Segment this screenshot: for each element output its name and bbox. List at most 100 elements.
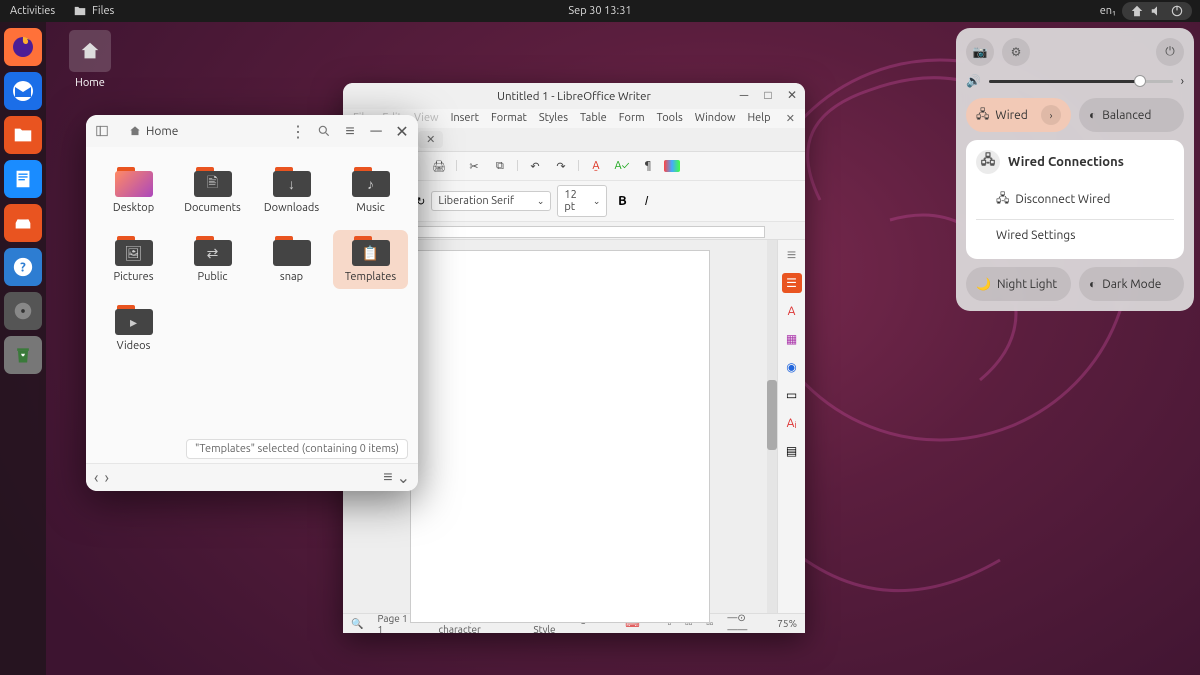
formatting-icon[interactable]: ¶ <box>638 156 658 176</box>
dock-firefox[interactable] <box>4 28 42 66</box>
activities-button[interactable]: Activities <box>10 5 55 17</box>
svg-text:?: ? <box>20 261 26 275</box>
volume-expand-icon[interactable]: › <box>1181 75 1184 88</box>
zoom-value[interactable]: 75% <box>777 618 797 629</box>
dock-software[interactable] <box>4 204 42 242</box>
settings-button[interactable]: ⚙ <box>1002 38 1030 66</box>
folder-snap[interactable]: snap <box>254 230 329 289</box>
sidebar-changes-icon[interactable]: ▤ <box>782 441 802 461</box>
menu-icon[interactable]: ⋮ <box>286 119 310 143</box>
menu-styles[interactable]: Styles <box>539 112 568 125</box>
italic-button[interactable]: I <box>637 192 655 210</box>
folder-videos[interactable]: ▸Videos <box>96 299 171 358</box>
doc-close-icon[interactable]: ✕ <box>786 112 795 125</box>
sidebar-styles-icon[interactable]: A <box>782 301 802 321</box>
dock-thunderbird[interactable] <box>4 72 42 110</box>
spellcheck-icon[interactable]: A✓ <box>612 156 632 176</box>
forward-icon[interactable]: › <box>105 469 110 487</box>
undo-icon[interactable]: ↶ <box>525 156 545 176</box>
topbar: Activities Files Sep 30 13:31 en₁ <box>0 0 1200 22</box>
wired-connections-card: 🖧Wired Connections 🖧Disconnect Wired Wir… <box>966 140 1184 259</box>
close-icon[interactable]: ✕ <box>783 86 801 104</box>
print-icon[interactable]: 🖨 <box>429 156 449 176</box>
sidebar-properties-icon[interactable]: ☰ <box>782 273 802 293</box>
scrollbar[interactable] <box>767 240 777 613</box>
power-button[interactable]: ⏻ <box>1156 38 1184 66</box>
menu-help[interactable]: Help <box>747 112 770 125</box>
power-icon <box>1170 4 1184 18</box>
menu-format[interactable]: Format <box>491 112 527 125</box>
power-mode-toggle[interactable]: ◐ Balanced <box>1079 98 1184 132</box>
highlight-icon[interactable] <box>664 160 680 172</box>
menu-window[interactable]: Window <box>695 112 736 125</box>
hamburger-icon[interactable]: ≡ <box>338 119 362 143</box>
back-icon[interactable]: ‹ <box>94 469 99 487</box>
sidebar-page-icon[interactable]: ▭ <box>782 385 802 405</box>
wired-toggle[interactable]: 🖧 Wired › <box>966 98 1071 132</box>
folder-desktop[interactable]: Desktop <box>96 161 171 220</box>
dock-writer[interactable] <box>4 160 42 198</box>
help-icon: ? <box>12 256 34 278</box>
files-window: Home ⋮ ≡ ─ ✕ Desktop 🖹Documents ↓Downloa… <box>86 115 418 491</box>
cut-icon[interactable]: ✂ <box>464 156 484 176</box>
folder-pictures[interactable]: 🖼Pictures <box>96 230 171 289</box>
trash-icon <box>13 345 33 365</box>
zoom-slider[interactable]: —⊙—— <box>727 612 763 633</box>
dock-files[interactable] <box>4 116 42 154</box>
copy-icon[interactable]: ⧉ <box>490 156 510 176</box>
dock-help[interactable]: ? <box>4 248 42 286</box>
dock-disk[interactable] <box>4 292 42 330</box>
dock-trash[interactable] <box>4 336 42 374</box>
night-light-toggle[interactable]: 🌙 Night Light <box>966 267 1071 301</box>
disk-icon <box>12 300 34 322</box>
folder-public[interactable]: ⇄Public <box>175 230 250 289</box>
network-icon: 🖧 <box>996 189 1009 210</box>
folder-downloads[interactable]: ↓Downloads <box>254 161 329 220</box>
find-icon[interactable]: A̱ <box>586 156 606 176</box>
firefox-icon <box>11 35 35 59</box>
menu-insert[interactable]: Insert <box>451 112 479 125</box>
folder-music[interactable]: ♪Music <box>333 161 408 220</box>
tab-close-icon[interactable]: ✕ <box>418 131 443 148</box>
menu-table[interactable]: Table <box>580 112 607 125</box>
sidebar-navigator-icon[interactable]: ◉ <box>782 357 802 377</box>
home-icon <box>79 40 101 62</box>
dark-mode-toggle[interactable]: ◐ Dark Mode <box>1079 267 1184 301</box>
close-icon[interactable]: ✕ <box>390 119 414 143</box>
writer-page[interactable] <box>410 250 710 623</box>
folder-documents[interactable]: 🖹Documents <box>175 161 250 220</box>
folder-icon <box>73 4 87 18</box>
input-lang[interactable]: en₁ <box>1100 5 1116 17</box>
folder-templates[interactable]: 📋Templates <box>333 230 408 289</box>
files-app-menu[interactable]: Files <box>73 4 114 18</box>
clock[interactable]: Sep 30 13:31 <box>568 5 631 17</box>
wired-settings[interactable]: Wired Settings <box>976 222 1174 249</box>
maximize-icon[interactable]: □ <box>759 86 777 104</box>
sidebar-toggle-icon[interactable] <box>90 119 114 143</box>
menu-form[interactable]: Form <box>619 112 645 125</box>
sidebar-inspector-icon[interactable]: Aᵢ <box>782 413 802 433</box>
volume-slider-row: 🔊 › <box>966 74 1184 88</box>
minimize-icon[interactable]: ─ <box>735 86 753 104</box>
list-view-icon[interactable]: ≡ <box>383 468 392 487</box>
breadcrumb[interactable]: Home <box>120 121 280 141</box>
minimize-icon[interactable]: ─ <box>364 119 388 143</box>
menu-tools[interactable]: Tools <box>657 112 683 125</box>
window-title: Untitled 1 - LibreOffice Writer <box>497 90 651 103</box>
chevron-right-icon[interactable]: › <box>1041 105 1061 125</box>
size-combo[interactable]: 12 pt⌄ <box>557 185 607 217</box>
system-tray[interactable] <box>1122 2 1192 20</box>
sidebar-gallery-icon[interactable]: ▦ <box>782 329 802 349</box>
software-icon <box>12 212 34 234</box>
bold-button[interactable]: B <box>613 192 631 210</box>
disconnect-wired[interactable]: 🖧Disconnect Wired <box>976 182 1174 217</box>
search-icon[interactable] <box>312 119 336 143</box>
view-options-icon[interactable]: ⌄ <box>397 468 410 487</box>
screenshot-button[interactable]: 📷 <box>966 38 994 66</box>
volume-slider[interactable] <box>989 80 1173 83</box>
find-toolbar-icon[interactable]: 🔍 <box>351 618 363 630</box>
redo-icon[interactable]: ↷ <box>551 156 571 176</box>
font-combo[interactable]: Liberation Serif⌄ <box>431 191 551 211</box>
desktop-home[interactable]: Home <box>60 30 120 89</box>
night-icon: 🌙 <box>976 277 991 291</box>
